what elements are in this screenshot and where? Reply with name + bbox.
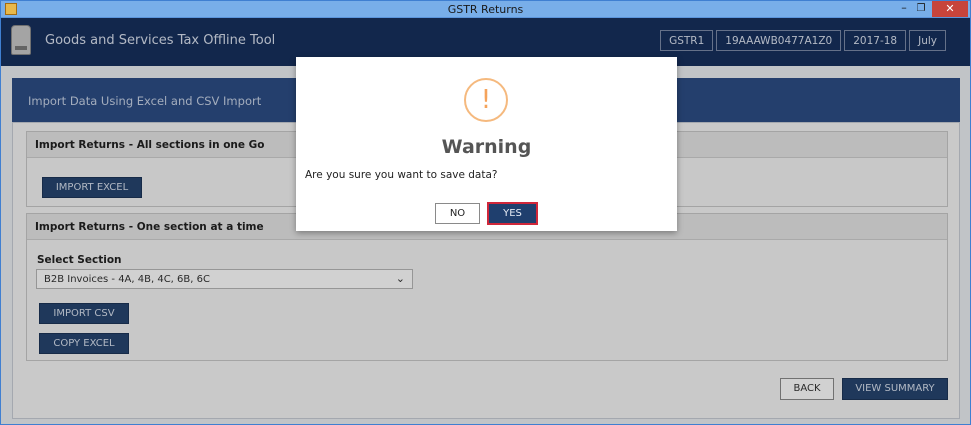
dialog-title: Warning xyxy=(441,136,532,158)
warning-icon: ! xyxy=(464,78,508,122)
no-button[interactable]: NO xyxy=(435,203,480,224)
warning-dialog: ! Warning Are you sure you want to save … xyxy=(296,57,677,231)
app-window: GSTR Returns – ❐ ✕ Goods and Services Ta… xyxy=(0,0,971,425)
dialog-message: Are you sure you want to save data? xyxy=(305,169,498,181)
window-title: GSTR Returns xyxy=(447,3,524,16)
window-titlebar[interactable]: GSTR Returns – ❐ ✕ xyxy=(1,1,970,18)
yes-button[interactable]: YES xyxy=(487,202,538,225)
close-button[interactable]: ✕ xyxy=(932,1,968,17)
minimize-button[interactable]: – xyxy=(896,2,912,16)
maximize-button[interactable]: ❐ xyxy=(913,2,929,16)
